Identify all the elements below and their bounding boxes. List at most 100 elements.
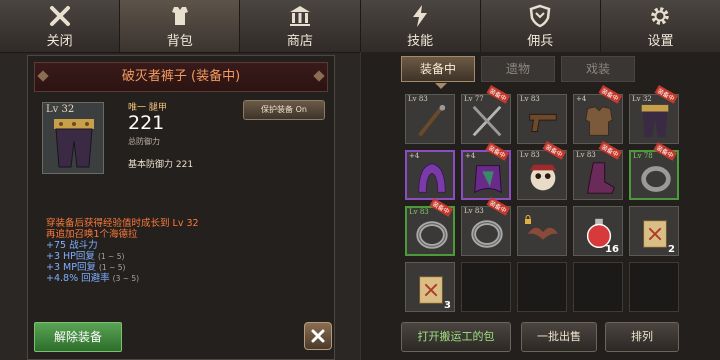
skull-helmet-icon [529,164,557,191]
inventory-slot[interactable]: Lv 83 装备中 [461,196,511,256]
equipped-badge: 装备中 [486,84,510,104]
ring-icon [471,220,503,248]
inventory-slot[interactable]: Lv 83 [405,94,455,144]
empty-inventory-slot[interactable] [461,262,511,312]
crossed-swords-icon [472,105,502,137]
empty-inventory-slot[interactable] [517,262,567,312]
sort-button[interactable]: 排列 [605,322,679,352]
inventory-slot[interactable]: +4 [405,150,455,200]
nav-close-label: 关闭 [46,33,73,49]
lightning-icon [408,4,432,28]
close-detail-button[interactable] [304,322,332,350]
staff-icon [418,104,446,137]
gear-icon [648,4,672,28]
equipped-badge: 装备中 [653,141,677,161]
slot-level: +4 [576,95,587,103]
nav-skills-label: 技能 [407,33,434,49]
stat-line: +75 战斗力 [46,240,98,251]
slot-level: +4 [465,152,476,160]
item-title: 破灭者裤子 (装备中) [34,62,328,92]
equipped-badge: 装备中 [598,84,622,104]
defense-value: 221 [128,112,165,134]
close-x-icon [48,4,72,28]
stat-text: +3 MP回复 [46,262,96,273]
stat-line: +4.8% 回避率 (3 ~ 5) [46,273,139,284]
close-x-icon [311,329,325,343]
nav-skills[interactable]: 技能 [361,0,481,52]
inventory-slot[interactable]: Lv 32 装备中 [629,84,679,144]
inventory-slot[interactable]: +4 装备中 [573,84,623,144]
shop-building-icon [288,4,312,28]
slot-level: Lv 78 [633,152,653,160]
tab-equipped[interactable]: 装备中 [401,56,475,82]
active-tab-indicator [435,83,447,89]
unequip-button[interactable]: 解除装备 [34,322,122,352]
inventory-slot[interactable]: Lv 77 装备中 [461,84,511,144]
slot-level: Lv 83 [520,151,540,159]
slot-level: Lv 83 [408,95,428,103]
inventory-slot[interactable]: Lv 83 [517,94,567,144]
inventory-slot[interactable]: 2 [629,206,679,256]
growth-line-2: 再追加召唤1个海德拉 [46,229,138,240]
slot-level: +4 [409,152,420,160]
stat-line: +3 HP回复 (1 ~ 5) [46,251,124,262]
nav-settings[interactable]: 设置 [601,0,720,52]
item-level: Lv 32 [46,104,75,115]
stat-range: (1 ~ 5) [97,252,125,261]
empty-inventory-slot[interactable] [573,262,623,312]
nav-close[interactable]: 关闭 [0,0,121,52]
item-detail-panel: 破灭者裤子 (装备中) Lv 32 唯一 腿甲 221 总防御力 保护装备 On… [27,55,335,360]
nav-settings-label: 设置 [647,33,674,49]
ring-icon [416,221,448,249]
slot-level: Lv 83 [520,95,540,103]
nav-shop[interactable]: 商店 [240,0,361,52]
boots-icon [587,162,615,194]
bracer-icon [641,166,671,192]
top-navigation: 关闭 背包 商店 技能 佣兵 设置 [0,0,720,53]
equipped-badge: 装备中 [429,197,453,217]
nav-shop-label: 商店 [286,33,313,49]
stat-text: +4.8% 回避率 [46,273,110,284]
inventory-slot[interactable]: Lv 78 装备中 [629,141,679,200]
lock-icon [525,215,531,224]
protect-equipment-toggle[interactable]: 保护装备 On [243,100,325,120]
open-porter-bag-button[interactable]: 打开搬运工的包 [401,322,511,352]
pants-icon [641,104,669,138]
nav-bag-label: 背包 [166,33,193,49]
item-portrait: Lv 32 [42,102,104,174]
nav-bag[interactable]: 背包 [120,0,241,52]
bulk-sell-button[interactable]: 一批出售 [521,322,597,352]
slot-level: Lv 83 [409,208,429,216]
inventory-slot[interactable]: Lv 83 装备中 [573,140,623,200]
inventory-slot[interactable]: +4 装备中 [461,141,511,200]
inventory-panel: 装备中 遗物 戏装 Lv 83 Lv 77 装备中 Lv 83 +4 装备中 Lv 32 装备… [360,52,720,360]
base-defense: 基本防御力 221 [128,160,194,170]
pistol-icon [529,113,557,132]
stat-range: (1 ~ 5) [98,263,126,272]
equipped-badge: 装备中 [485,141,509,161]
stack-count: 3 [444,300,451,311]
slot-level: Lv 32 [632,95,652,103]
stat-text: +75 战斗力 [46,240,98,251]
inventory-tabs: 装备中 遗物 戏装 [401,56,635,82]
nav-mercenary-label: 佣兵 [527,33,554,49]
defense-label: 总防御力 [128,137,160,146]
inventory-slot[interactable]: 16 [573,206,623,256]
armor-icon [168,4,192,28]
slot-level: Lv 83 [576,151,596,159]
equipped-badge: 装备中 [654,84,678,104]
inventory-slot[interactable]: 3 [405,262,455,312]
empty-inventory-slot[interactable] [629,262,679,312]
purple-hood-icon [418,163,446,193]
nav-mercenary[interactable]: 佣兵 [481,0,601,52]
tab-costume[interactable]: 戏装 [561,56,635,82]
inventory-slot[interactable]: Lv 83 装备中 [517,140,567,200]
growth-line-1: 穿装备后获得经验值时成长到 Lv 32 [46,218,199,229]
shield-icon [528,4,552,28]
leather-armor-icon [585,106,613,136]
inventory-slot[interactable] [517,206,567,256]
inventory-slot[interactable]: Lv 83 装备中 [405,197,455,256]
purple-cape-icon [474,165,502,194]
stat-line: +3 MP回复 (1 ~ 5) [46,262,125,273]
tab-relics[interactable]: 遗物 [481,56,555,82]
